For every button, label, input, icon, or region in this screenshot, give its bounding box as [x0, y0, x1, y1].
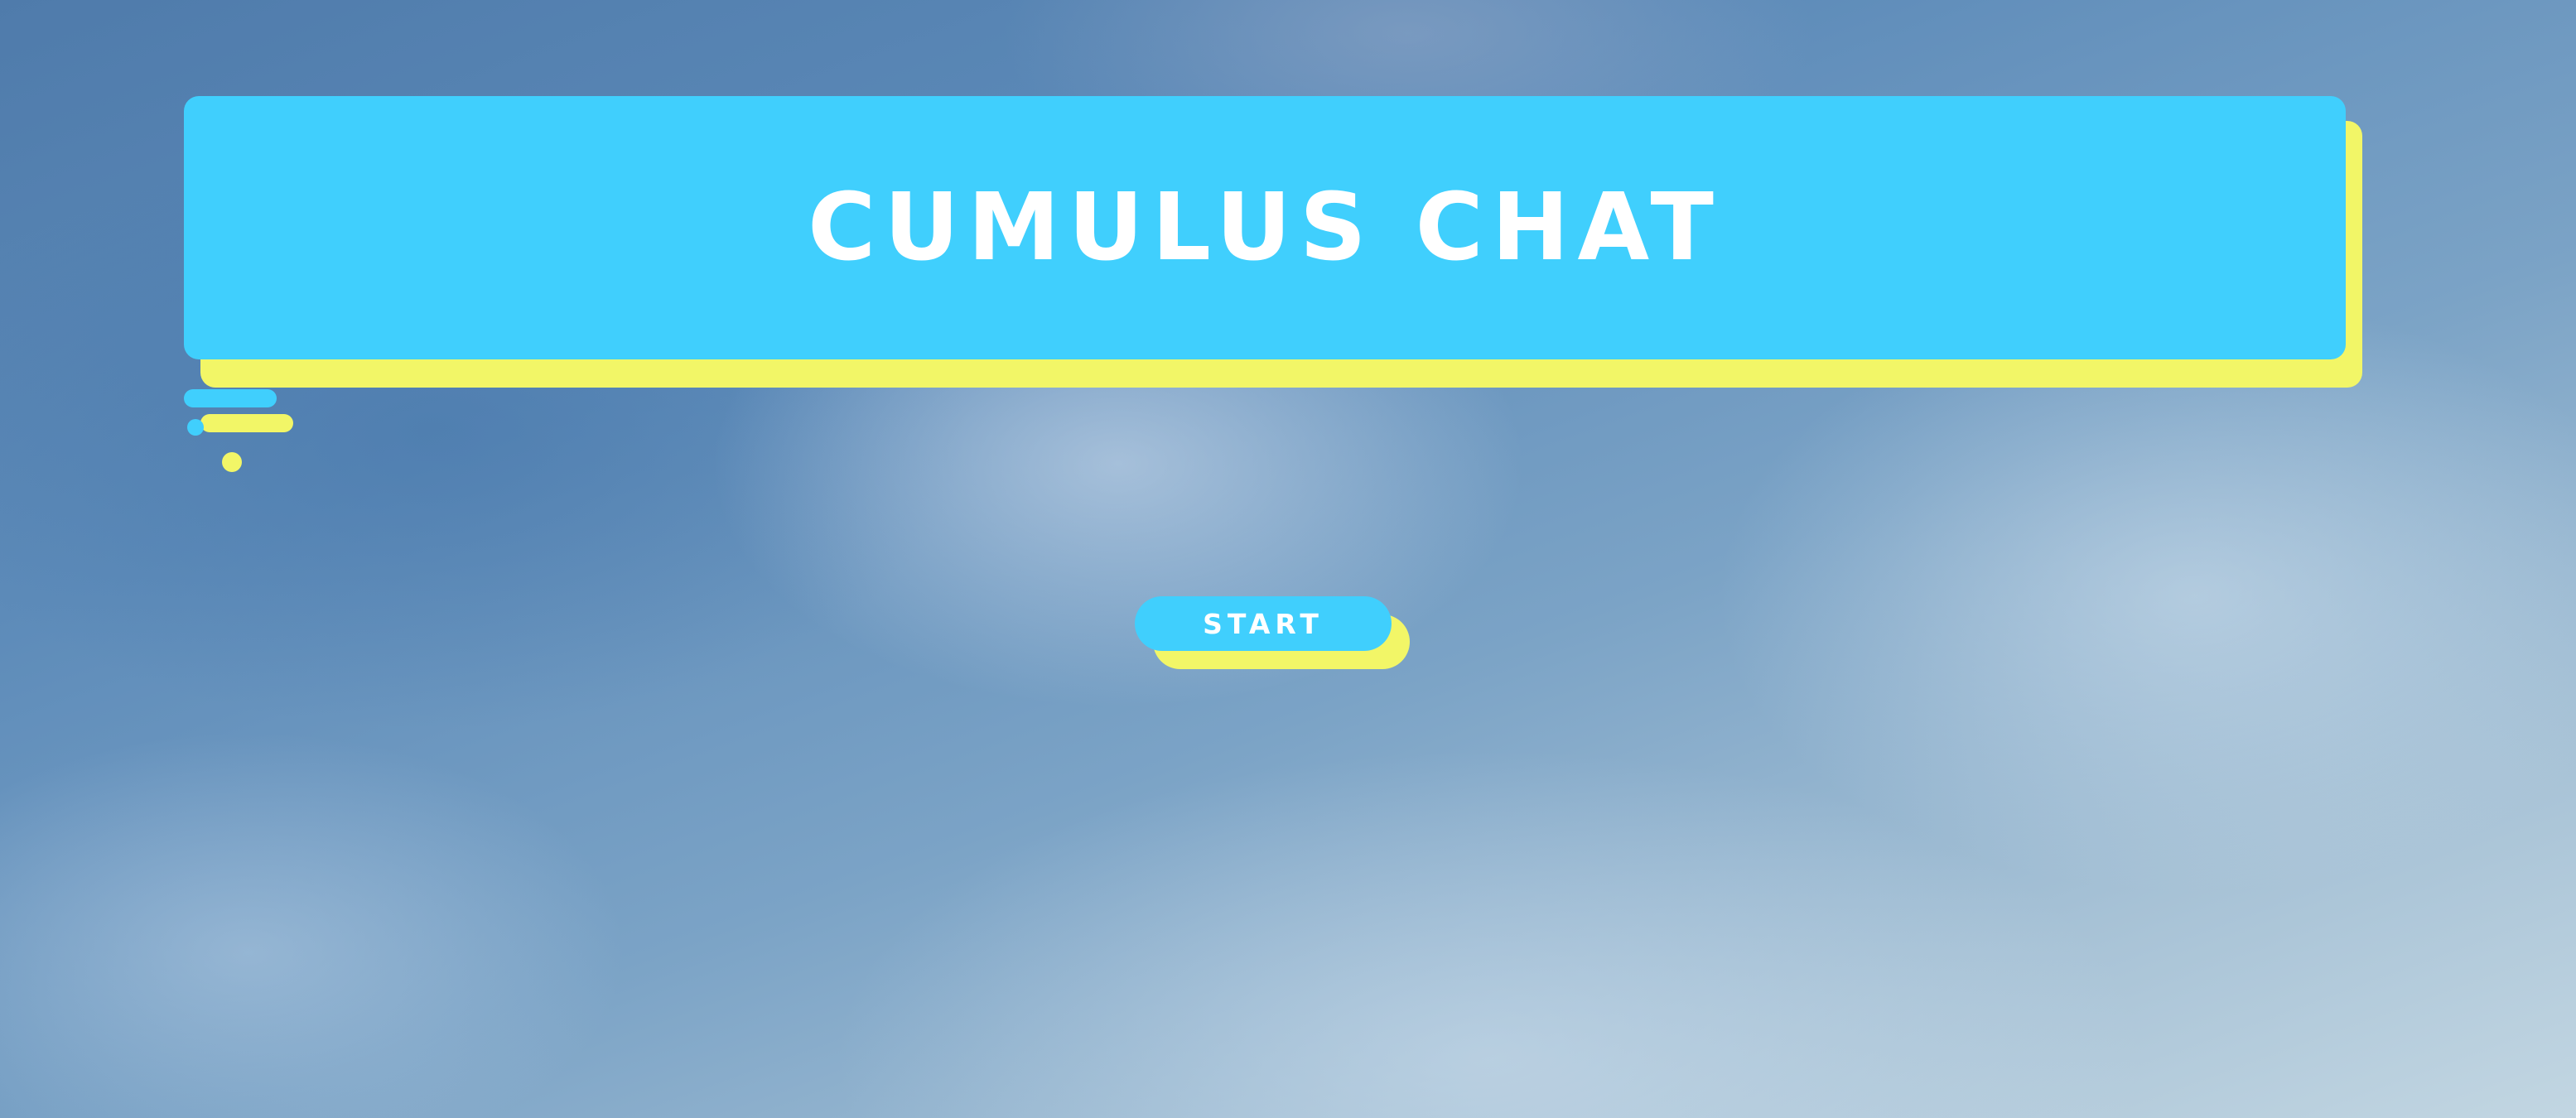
speech-line-decoration — [184, 389, 277, 407]
start-button[interactable]: START — [1135, 596, 1392, 651]
app-title: CUMULUS CHAT — [808, 174, 1722, 282]
speech-line-decoration — [200, 414, 293, 432]
speech-dot-decoration — [222, 452, 242, 472]
title-banner: CUMULUS CHAT — [184, 96, 2346, 359]
speech-dot-decoration — [187, 419, 204, 436]
start-button-container: START — [1135, 596, 1411, 672]
